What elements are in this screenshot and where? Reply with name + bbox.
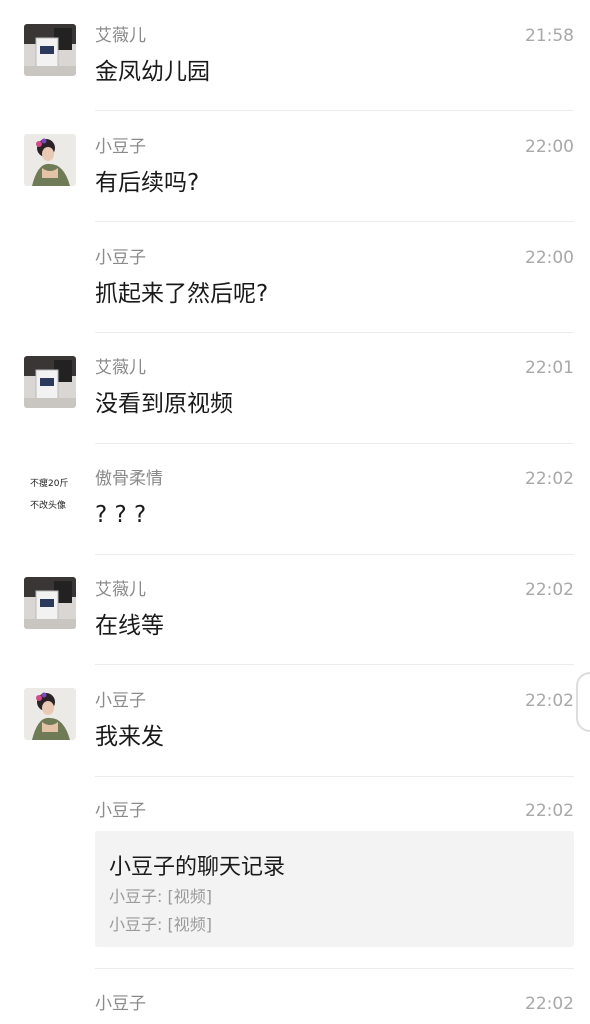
avatar-cup-photo[interactable]: [24, 24, 76, 76]
message-text[interactable]: 没看到原视频: [95, 389, 233, 419]
message-time: 22:00: [525, 248, 574, 268]
avatar-text[interactable]: 不瘦20斤 不改头像: [24, 466, 76, 518]
message-time: 22:01: [525, 358, 574, 378]
sender-name: 艾薇儿: [95, 26, 146, 46]
avatar-woman-photo[interactable]: [24, 134, 76, 186]
sender-name: 小豆子: [95, 994, 146, 1014]
scroll-handle[interactable]: [576, 672, 590, 732]
sender-name: 小豆子: [95, 248, 146, 268]
message-text[interactable]: 金凤幼儿园: [95, 57, 210, 87]
avatar-cup-photo[interactable]: [24, 356, 76, 408]
message-time: 21:58: [525, 26, 574, 46]
divider: [95, 554, 574, 555]
message-time: 22:02: [525, 469, 574, 489]
avatar-cup-photo[interactable]: [24, 577, 76, 629]
message-text[interactable]: 有后续吗?: [95, 168, 199, 198]
avatar-text-line: 不改头像: [30, 501, 67, 511]
sender-name: 小豆子: [95, 801, 146, 821]
divider: [95, 664, 574, 665]
message-text[interactable]: 抓起来了然后呢?: [95, 279, 268, 309]
divider: [95, 110, 574, 111]
message-text[interactable]: ? ? ?: [95, 500, 146, 530]
message-time: 22:02: [525, 580, 574, 600]
chat-message-list[interactable]: 艾薇儿 21:58 金凤幼儿园 小豆子 22:00 有后续吗? 小豆子 22:0…: [0, 0, 590, 1024]
message-text[interactable]: 在线等: [95, 611, 164, 641]
chat-record-line: 小豆子: [视频]: [109, 887, 212, 906]
sender-name: 艾薇儿: [95, 580, 146, 600]
sender-name: 艾薇儿: [95, 358, 146, 378]
message-time: 22:02: [525, 994, 574, 1014]
message-text[interactable]: 我来发: [95, 722, 164, 752]
divider: [95, 776, 574, 777]
avatar-text-line: 不瘦20斤: [30, 479, 69, 489]
message-time: 22:02: [525, 691, 574, 711]
chat-record-card[interactable]: 小豆子的聊天记录 小豆子: [视频] 小豆子: [视频]: [95, 831, 574, 947]
divider: [95, 221, 574, 222]
divider: [95, 443, 574, 444]
message-time: 22:00: [525, 137, 574, 157]
chat-record-line: 小豆子: [视频]: [109, 915, 212, 934]
sender-name: 小豆子: [95, 691, 146, 711]
divider: [95, 332, 574, 333]
message-time: 22:02: [525, 801, 574, 821]
chat-record-title: 小豆子的聊天记录: [109, 855, 286, 880]
avatar-woman-photo[interactable]: [24, 688, 76, 740]
divider: [95, 968, 574, 969]
sender-name: 傲骨柔情: [95, 469, 163, 489]
sender-name: 小豆子: [95, 137, 146, 157]
